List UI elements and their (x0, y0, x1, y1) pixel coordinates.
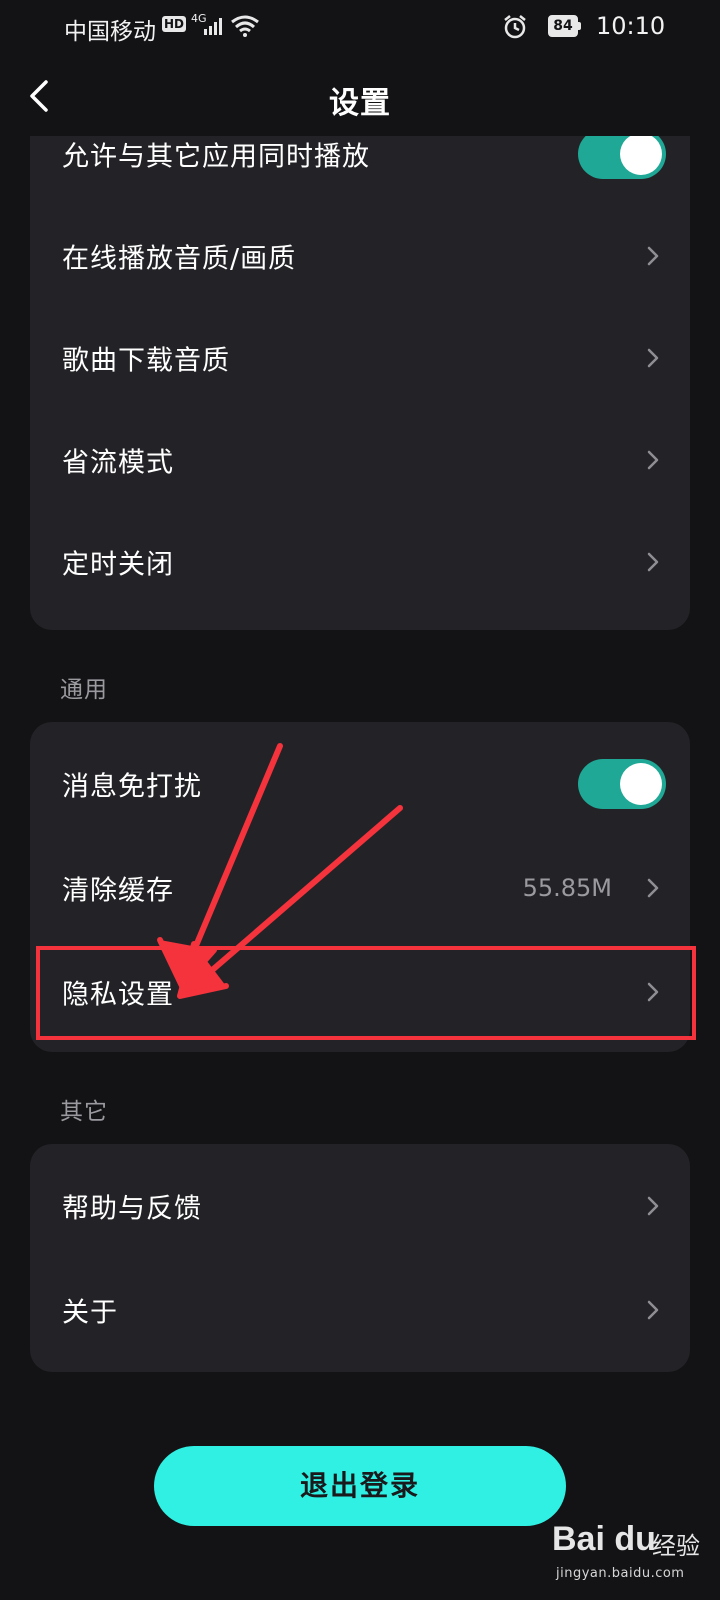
row-label: 歌曲下载音质 (62, 345, 230, 377)
chevron-right-icon (647, 246, 659, 266)
settings-row-download-quality[interactable]: 歌曲下载音质 (30, 306, 690, 410)
chevron-right-icon (647, 348, 659, 368)
section-title-other: 其它 (60, 1099, 108, 1125)
nav-bar: 设置 (0, 56, 720, 136)
settings-row-help-feedback[interactable]: 帮助与反馈 (30, 1154, 690, 1258)
general-settings-card: 消息免打扰 清除缓存 55.85M 隐私设置 (30, 722, 690, 1052)
chevron-right-icon (647, 1300, 659, 1320)
page-title: 设置 (329, 86, 391, 121)
watermark-text: 经验 (652, 1532, 700, 1560)
status-clock: 10:10 (596, 12, 666, 40)
row-label: 在线播放音质/画质 (62, 243, 297, 275)
row-label: 清除缓存 (62, 875, 174, 907)
chevron-right-icon (647, 450, 659, 470)
row-label: 关于 (62, 1297, 118, 1329)
other-settings-card: 帮助与反馈 关于 (30, 1144, 690, 1372)
toggle-knob (620, 763, 662, 805)
settings-row-online-quality[interactable]: 在线播放音质/画质 (30, 204, 690, 308)
cache-size: 55.85M (522, 874, 612, 902)
chevron-right-icon (647, 982, 659, 1002)
settings-row-about[interactable]: 关于 (30, 1258, 690, 1362)
toggle-knob (620, 133, 662, 175)
do-not-disturb-toggle[interactable] (578, 759, 666, 809)
row-label: 允许与其它应用同时播放 (62, 141, 370, 173)
watermark-url: jingyan.baidu.com (556, 1566, 685, 1581)
chevron-right-icon (647, 878, 659, 898)
logout-button[interactable]: 退出登录 (154, 1446, 566, 1526)
row-label: 消息免打扰 (62, 771, 202, 803)
section-title-general: 通用 (60, 677, 108, 703)
settings-row-privacy[interactable]: 隐私设置 (30, 940, 690, 1044)
battery-indicator: 84 (548, 15, 581, 37)
settings-row-sleep-timer[interactable]: 定时关闭 (30, 510, 690, 614)
settings-row-do-not-disturb[interactable]: 消息免打扰 (30, 732, 690, 836)
status-bar: 中国移动 HD 4G 84 10:10 (0, 0, 720, 56)
row-label: 帮助与反馈 (62, 1193, 202, 1225)
playback-settings-card: 允许与其它应用同时播放 在线播放音质/画质 歌曲下载音质 省流模式 定时关闭 (30, 100, 690, 630)
row-label: 隐私设置 (62, 979, 174, 1011)
watermark-brand: Bai du (552, 1520, 656, 1558)
carrier-name: 中国移动 (64, 19, 156, 45)
concurrent-playback-toggle[interactable] (578, 129, 666, 179)
settings-row-data-saver[interactable]: 省流模式 (30, 408, 690, 512)
signal-icon (204, 18, 222, 35)
settings-row-clear-cache[interactable]: 清除缓存 55.85M (30, 836, 690, 940)
baidu-watermark: Bai du 经验 jingyan.baidu.com (552, 1520, 712, 1592)
chevron-right-icon (647, 1196, 659, 1216)
hd-badge: HD (162, 16, 187, 32)
wifi-icon (231, 15, 259, 37)
chevron-right-icon (647, 552, 659, 572)
alarm-icon (504, 15, 526, 39)
row-label: 定时关闭 (62, 549, 174, 581)
row-label: 省流模式 (62, 447, 174, 479)
